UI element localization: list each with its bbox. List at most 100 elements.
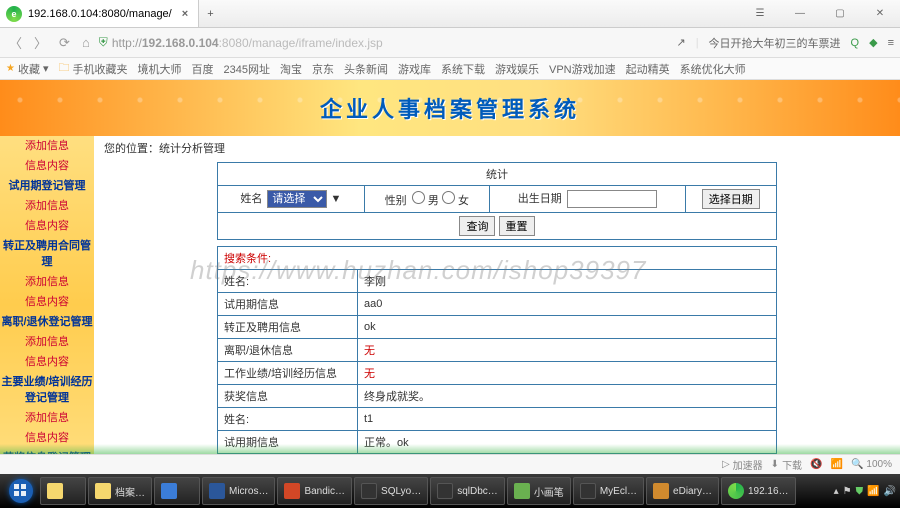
bookmark-link[interactable]: 游戏库 — [398, 61, 431, 77]
sidebar-item[interactable]: 信息内容 — [0, 428, 94, 448]
url-box[interactable]: ⛨ http://192.168.0.104:8080/manage/ifram… — [99, 35, 519, 50]
dob-label: 出生日期 — [518, 193, 562, 205]
pick-date-button[interactable] — [702, 189, 760, 209]
nav-reload-icon[interactable]: ⟳ — [56, 35, 73, 51]
taskbar-item[interactable]: 192.16… — [721, 477, 796, 505]
taskbar-item[interactable]: 小画笔 — [507, 477, 571, 505]
tray-up-icon[interactable]: ▴ — [834, 486, 839, 497]
bookmark-link[interactable]: 游戏娱乐 — [495, 61, 539, 77]
folder-icon: 🗀 — [59, 59, 70, 78]
search-button[interactable] — [459, 216, 495, 236]
system-tray: ▴ ⚑ ⛊ 📶 🔊 — [834, 486, 896, 497]
taskbar-item[interactable]: MyEcl… — [573, 477, 644, 505]
tab-close-icon[interactable]: × — [182, 8, 188, 20]
app-icon — [514, 483, 530, 499]
taskbar-item[interactable]: 档案… — [88, 477, 152, 505]
taskbar-item[interactable] — [40, 477, 86, 505]
tray-flag-icon[interactable]: ⚑ — [843, 486, 852, 497]
bookmarks-bar: ★收藏 ▾ 🗀手机收藏夹 境机大师 百度 2345网址 淘宝 京东 头条新闻 游… — [0, 58, 900, 80]
sidebar-item[interactable]: 添加信息 — [0, 136, 94, 156]
dropdown-icon[interactable]: ▼ — [330, 193, 341, 205]
status-accel[interactable]: ▷ 加速器 — [722, 457, 763, 472]
table-row: 试用期信息aa0 — [218, 293, 777, 316]
tray-vol-icon[interactable]: 🔊 — [884, 486, 896, 497]
dob-input[interactable] — [567, 190, 657, 208]
sidebar-item[interactable]: 添加信息 — [0, 196, 94, 216]
window-menu-icon[interactable]: ☰ — [740, 0, 780, 28]
window-minimize-icon[interactable]: — — [780, 0, 820, 28]
sidebar-item[interactable]: 添加信息 — [0, 332, 94, 352]
result-label: 姓名: — [218, 408, 358, 431]
browser-logo-icon — [6, 6, 22, 22]
sidebar-header[interactable]: 转正及聘用合同管理 — [0, 236, 94, 272]
sidebar-header[interactable]: 试用期登记管理 — [0, 176, 94, 196]
bookmark-link[interactable]: 2345网址 — [224, 61, 270, 77]
bookmark-link[interactable]: 系统优化大师 — [680, 61, 746, 77]
window-maximize-icon[interactable]: ▢ — [820, 0, 860, 28]
app-icon — [437, 483, 453, 499]
sidebar-item[interactable]: 信息内容 — [0, 216, 94, 236]
nav-forward-icon[interactable]: 〉 — [31, 33, 50, 52]
tab-title: 192.168.0.104:8080/manage/ — [28, 8, 172, 20]
bookmark-link[interactable]: 系统下载 — [441, 61, 485, 77]
sidebar-header[interactable]: 离职/退休登记管理 — [0, 312, 94, 332]
result-head: 搜索条件: — [218, 247, 777, 270]
status-mute-icon[interactable]: 🔇 — [810, 459, 822, 470]
nav-home-icon[interactable]: ⌂ — [79, 35, 93, 50]
sidebar-item[interactable]: 添加信息 — [0, 272, 94, 292]
taskbar-item[interactable] — [154, 477, 200, 505]
name-select[interactable]: 请选择 — [267, 190, 327, 208]
taskbar-item[interactable]: SQLyo… — [354, 477, 428, 505]
start-button[interactable] — [4, 474, 38, 508]
taskbar-item[interactable]: eDiary… — [646, 477, 719, 505]
sex-female-radio[interactable] — [442, 191, 455, 204]
result-label: 试用期信息 — [218, 293, 358, 316]
result-label: 转正及聘用信息 — [218, 316, 358, 339]
bookmark-link[interactable]: 境机大师 — [138, 61, 182, 77]
taskbar-item[interactable]: Bandic… — [277, 477, 352, 505]
status-zoom[interactable]: 🔍 100% — [851, 459, 892, 470]
extension-icon[interactable]: ◆ — [869, 36, 877, 49]
app-icon — [47, 483, 63, 499]
tray-shield-icon[interactable]: ⛊ — [856, 486, 864, 497]
search-icon[interactable]: Q — [851, 37, 860, 49]
status-net-icon[interactable]: 📶 — [831, 459, 843, 470]
sidebar-item[interactable]: 信息内容 — [0, 156, 94, 176]
bookmark-link[interactable]: 头条新闻 — [344, 61, 388, 77]
table-row: 获奖信息终身成就奖。 — [218, 385, 777, 408]
app-banner: 企业人事档案管理系统 — [0, 80, 900, 136]
sidebar-header[interactable]: 主要业绩/培训经历登记管理 — [0, 372, 94, 408]
app-title: 企业人事档案管理系统 — [320, 92, 580, 124]
app-icon — [653, 483, 669, 499]
app-icon — [95, 483, 111, 499]
app-icon — [580, 483, 596, 499]
sidebar-item[interactable]: 添加信息 — [0, 408, 94, 428]
bookmark-link[interactable]: VPN游戏加速 — [549, 61, 616, 77]
taskbar-item[interactable]: sqlDbc… — [430, 477, 505, 505]
bookmark-folder[interactable]: 🗀手机收藏夹 — [59, 59, 128, 78]
bookmark-link[interactable]: 淘宝 — [280, 61, 302, 77]
name-label: 姓名 — [240, 193, 262, 205]
share-icon[interactable]: ↗ — [676, 36, 685, 49]
sidebar-item[interactable]: 信息内容 — [0, 292, 94, 312]
status-download-icon[interactable]: ⬇ 下载 — [771, 457, 802, 472]
bookmark-link[interactable]: 百度 — [192, 61, 214, 77]
reset-button[interactable] — [499, 216, 535, 236]
tray-net-icon[interactable]: 📶 — [867, 486, 879, 497]
bookmark-link[interactable]: 京东 — [312, 61, 334, 77]
bookmark-link[interactable]: 起动精英 — [626, 61, 670, 77]
table-row: 姓名:李刚 — [218, 270, 777, 293]
nav-back-icon[interactable]: 〈 — [6, 33, 25, 52]
sex-label: 性别 — [385, 195, 407, 207]
star-icon: ★ — [6, 63, 15, 74]
fav-button[interactable]: ★收藏 ▾ — [6, 61, 49, 77]
window-close-icon[interactable]: ✕ — [860, 0, 900, 28]
promo-text[interactable]: 今日开抢大年初三的车票进 — [709, 35, 841, 51]
new-tab-button[interactable]: + — [199, 8, 221, 20]
menu-icon[interactable]: ≡ — [888, 37, 894, 49]
sex-male-radio[interactable] — [412, 191, 425, 204]
sidebar-item[interactable]: 信息内容 — [0, 352, 94, 372]
result-value: ok — [358, 316, 777, 339]
browser-tab[interactable]: 192.168.0.104:8080/manage/ × — [0, 0, 199, 27]
taskbar-item[interactable]: Micros… — [202, 477, 275, 505]
